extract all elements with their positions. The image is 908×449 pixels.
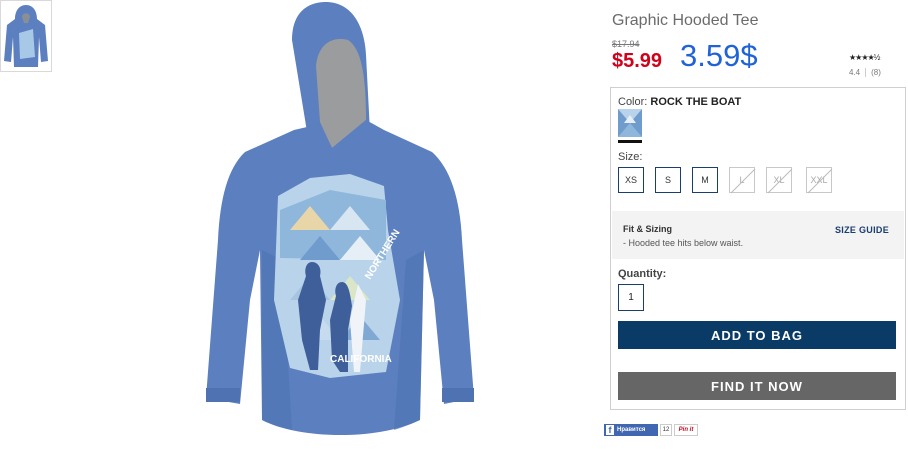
size-guide-link[interactable]: SIZE GUIDE [835,225,889,235]
color-swatch-rock-the-boat[interactable] [618,109,642,137]
product-title: Graphic Hooded Tee [612,12,759,29]
unavailable-strike-icon [767,168,793,194]
facebook-like-label: Нравится [617,427,646,433]
facebook-like-button[interactable]: f Нравится [604,424,658,436]
quantity-label: Quantity: [618,268,667,280]
unavailable-strike-icon [730,168,756,194]
selected-swatch-indicator [618,140,642,143]
rating-divider [865,68,867,78]
size-option-xs[interactable]: XS [618,167,644,193]
original-price: $17.94 [612,39,640,49]
rating-summary[interactable]: 4.4 (8) [849,68,881,78]
print-california-text: CALIFORNIA [330,354,392,365]
find-it-now-button[interactable]: FIND IT NOW [618,372,896,400]
add-to-bag-button[interactable]: ADD TO BAG [618,321,896,349]
hoodie-thumbnail-image [4,5,48,67]
product-thumbnail[interactable] [0,0,52,72]
size-option-m[interactable]: M [692,167,718,193]
review-count[interactable]: (8) [871,68,881,77]
size-option-s[interactable]: S [655,167,681,193]
fit-title: Fit & Sizing [623,224,672,234]
color-label-text: Color: [618,96,648,108]
size-option-xxl-unavailable: XXL [806,167,833,194]
product-main-image: NORTHERN CALIFORNIA [180,0,480,444]
quantity-input[interactable]: 1 [618,284,644,311]
color-value: ROCK THE BOAT [650,96,742,108]
sale-price: $5.99 [612,50,663,72]
size-label: Size: [618,151,643,163]
size-option-l-unavailable: L [729,167,756,194]
rating-value: 4.4 [849,68,861,77]
pinterest-button[interactable]: Pin it [674,424,698,436]
handwritten-price-annotation: 3.59$ [680,38,758,73]
like-count: 12 [660,424,672,436]
fit-and-sizing-box [612,211,904,259]
color-label: Color: ROCK THE BOAT [618,96,741,108]
size-option-xl-unavailable: XL [766,167,793,194]
unavailable-strike-icon [807,168,833,194]
facebook-icon: f [606,425,614,435]
fit-note: - Hooded tee hits below waist. [623,238,744,248]
rating-stars[interactable]: ★★★★½ [849,53,880,62]
